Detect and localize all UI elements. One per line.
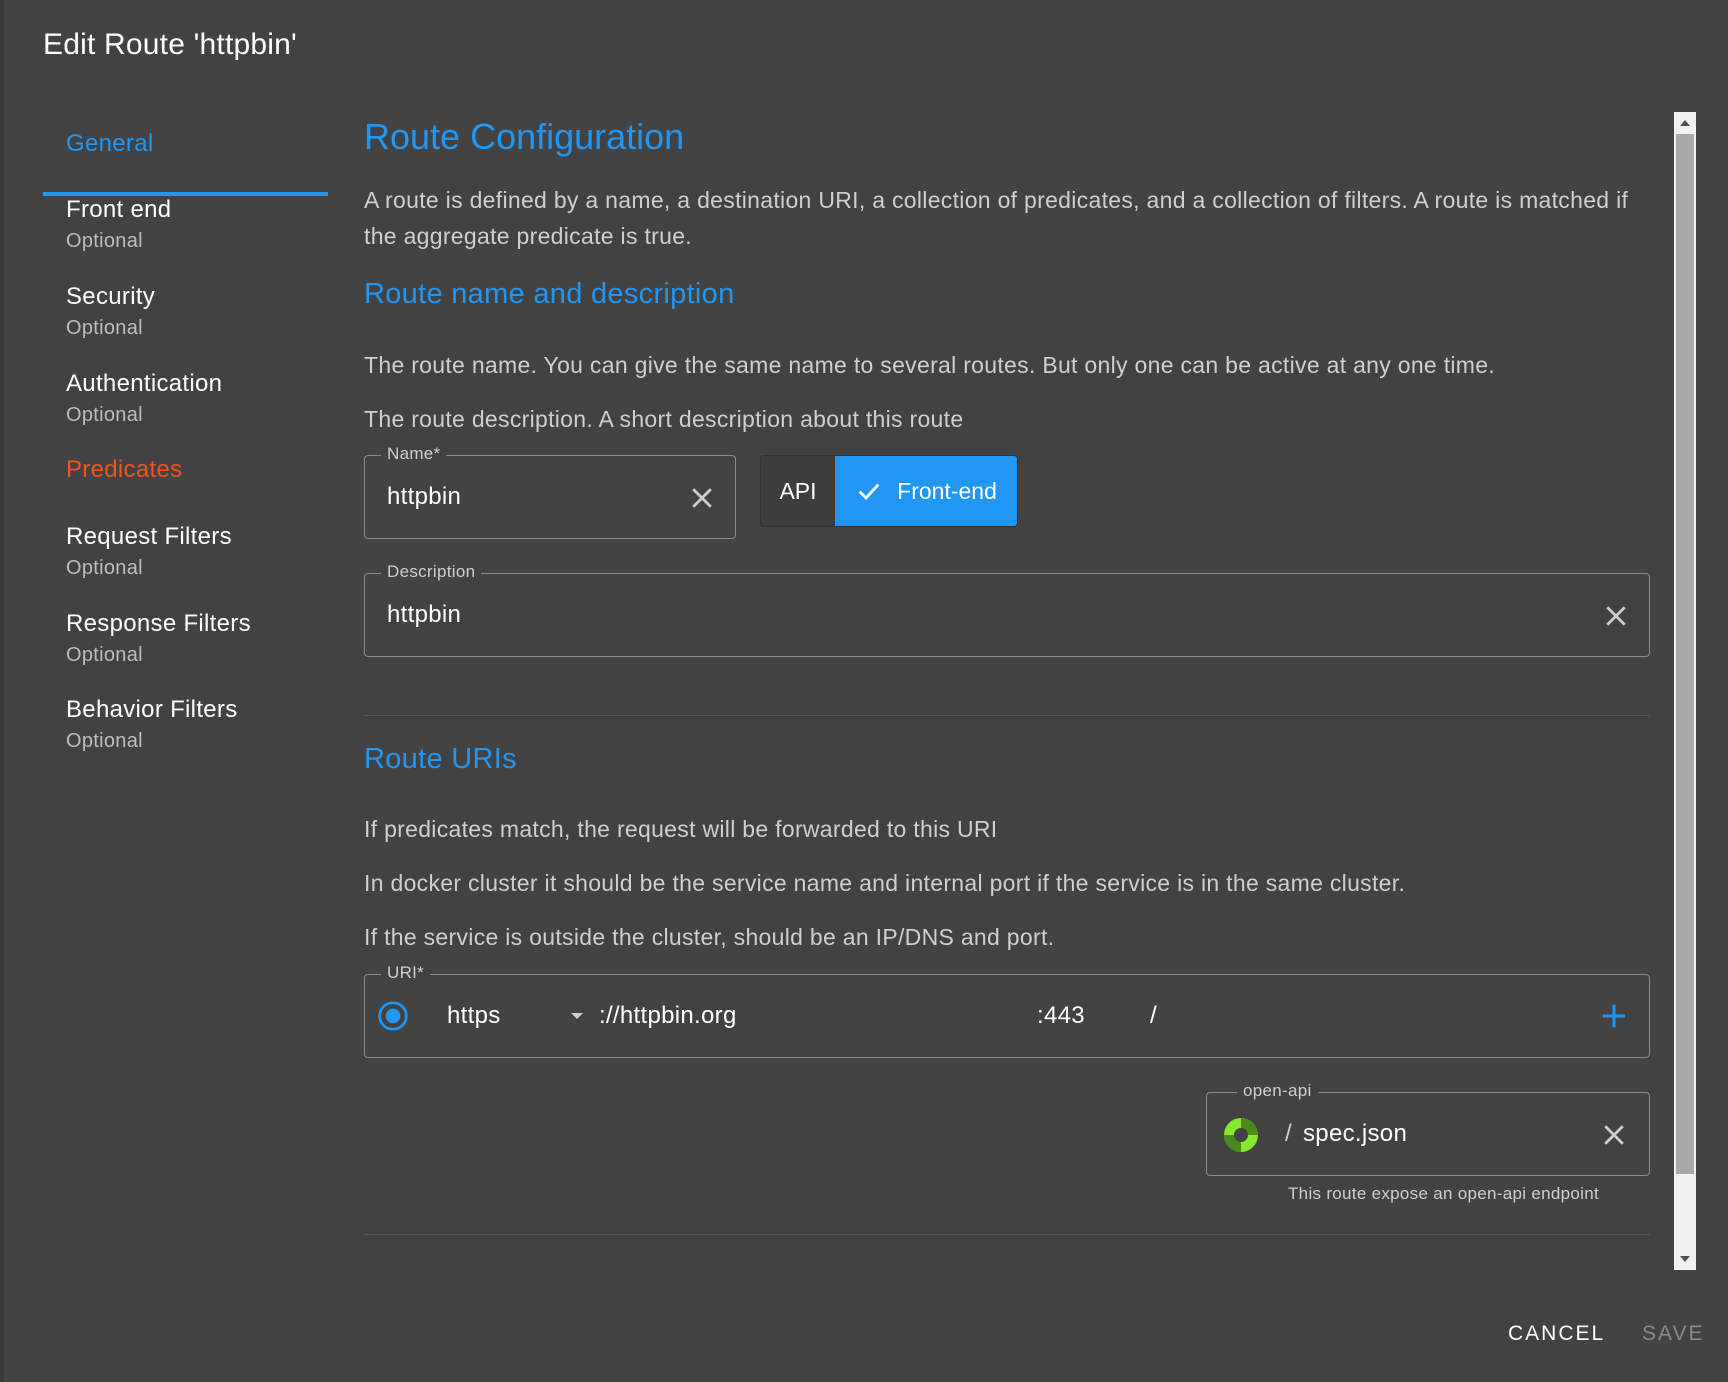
uri-field-label: URI*: [381, 963, 431, 983]
step-request-filters[interactable]: Request Filters Optional: [66, 523, 232, 580]
openapi-prefix: /: [1285, 1120, 1292, 1147]
edit-route-dialog: Edit Route 'httpbin' General Front end O…: [4, 0, 1728, 1382]
step-label: Predicates: [66, 456, 183, 483]
openapi-logo-icon: [1224, 1118, 1258, 1152]
toggle-api-button[interactable]: API: [761, 456, 835, 526]
uri-help-text-2: In docker cluster it should be the servi…: [364, 870, 1406, 896]
chevron-down-icon[interactable]: [570, 1011, 584, 1021]
toggle-api-label: API: [779, 477, 817, 504]
section-divider: [364, 715, 1650, 716]
clear-openapi-icon[interactable]: [1599, 1120, 1629, 1150]
intro-text: A route is defined by a name, a destinat…: [364, 187, 1629, 249]
description-field[interactable]: Description httpbin: [364, 562, 1650, 657]
scroll-up-icon[interactable]: [1680, 120, 1690, 126]
description-help-text: The route description. A short descripti…: [364, 406, 964, 432]
step-general[interactable]: General: [66, 130, 153, 158]
step-label: Front end: [66, 196, 172, 223]
step-behavior-filters[interactable]: Behavior Filters Optional: [66, 696, 238, 753]
step-label: Security: [66, 283, 156, 310]
step-label: Response Filters: [66, 610, 251, 637]
step-label: Authentication: [66, 370, 223, 397]
uri-port-input[interactable]: :443: [1037, 1002, 1085, 1030]
clear-description-icon[interactable]: [1601, 601, 1631, 631]
section-divider: [364, 1234, 1650, 1235]
route-type-toggle: API Front-end: [760, 455, 1018, 527]
uri-field[interactable]: URI* https ://httpbin.org :443 /: [364, 963, 1650, 1058]
scrollbar-thumb[interactable]: [1676, 134, 1694, 1174]
name-field[interactable]: Name* httpbin: [364, 444, 736, 539]
description-input-value[interactable]: httpbin: [387, 601, 461, 629]
cancel-button[interactable]: CANCEL: [1508, 1322, 1605, 1346]
name-input-value[interactable]: httpbin: [387, 483, 461, 511]
add-uri-icon[interactable]: [1599, 1001, 1629, 1031]
step-optional: Optional: [66, 557, 143, 579]
step-response-filters[interactable]: Response Filters Optional: [66, 610, 251, 667]
step-optional: Optional: [66, 230, 143, 252]
uri-path-input[interactable]: /: [1150, 1002, 1157, 1030]
dialog-title: Edit Route 'httpbin': [43, 28, 297, 61]
openapi-field[interactable]: open-api / spec.json: [1206, 1081, 1650, 1176]
route-configuration-panel: Route Configuration A route is defined b…: [364, 110, 1654, 1270]
step-optional: Optional: [66, 730, 143, 752]
step-optional: Optional: [66, 644, 143, 666]
uri-scheme-select[interactable]: https: [447, 1002, 501, 1030]
uri-help-text-1: If predicates match, the request will be…: [364, 816, 998, 842]
step-optional: Optional: [66, 317, 143, 339]
toggle-frontend-button[interactable]: Front-end: [835, 456, 1017, 526]
uri-section-heading: Route URIs: [364, 743, 517, 775]
openapi-field-label: open-api: [1237, 1081, 1318, 1101]
content-scrollbar[interactable]: [1674, 112, 1696, 1270]
step-security[interactable]: Security Optional: [66, 283, 155, 340]
step-label: Request Filters: [66, 523, 232, 550]
step-authentication[interactable]: Authentication Optional: [66, 370, 222, 427]
openapi-hint: This route expose an open-api endpoint: [1288, 1184, 1599, 1203]
clear-name-icon[interactable]: [687, 483, 717, 513]
toggle-frontend-label: Front-end: [897, 477, 997, 504]
step-optional: Optional: [66, 404, 143, 426]
description-field-label: Description: [381, 562, 482, 582]
section-title: Route Configuration: [364, 116, 685, 157]
step-label: Behavior Filters: [66, 696, 238, 723]
name-help-text: The route name. You can give the same na…: [364, 352, 1496, 378]
step-predicates[interactable]: Predicates: [66, 456, 182, 484]
step-label: General: [66, 130, 154, 157]
step-front-end[interactable]: Front end Optional: [66, 196, 171, 253]
name-section-heading: Route name and description: [364, 278, 735, 310]
check-icon: [858, 483, 880, 501]
name-field-label: Name*: [381, 444, 447, 464]
radio-selected-icon[interactable]: [377, 1000, 409, 1032]
save-button[interactable]: SAVE: [1642, 1322, 1704, 1346]
uri-help-text-3: If the service is outside the cluster, s…: [364, 924, 1055, 950]
scroll-down-icon[interactable]: [1680, 1256, 1690, 1262]
openapi-path-input[interactable]: spec.json: [1303, 1120, 1407, 1148]
uri-host-input[interactable]: ://httpbin.org: [599, 1002, 737, 1030]
